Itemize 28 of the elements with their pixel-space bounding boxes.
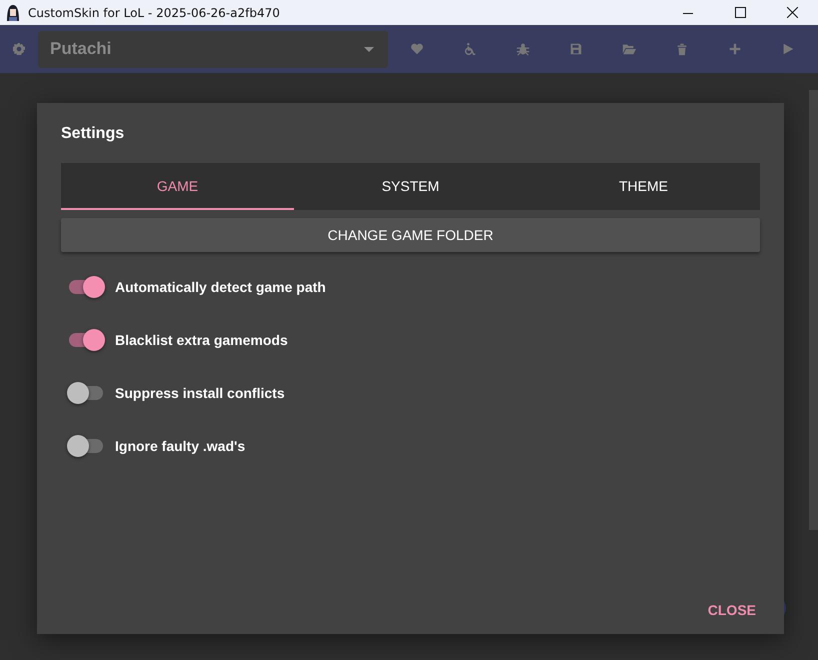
window-title: CustomSkin for LoL - 2025-06-26-a2fb470	[28, 6, 281, 20]
toggle-switch[interactable]	[67, 382, 105, 404]
close-icon[interactable]	[786, 7, 798, 18]
avatar-icon	[4, 4, 22, 22]
heart-icon[interactable]	[410, 42, 424, 56]
maximize-icon[interactable]	[734, 7, 746, 18]
change-folder-button[interactable]: CHANGE GAME FOLDER	[61, 218, 760, 252]
toggle-switch[interactable]	[67, 329, 105, 351]
tab[interactable]: SYSTEM	[294, 163, 527, 210]
toggle-switch[interactable]	[67, 276, 105, 298]
close-button[interactable]: CLOSE	[700, 596, 764, 624]
play-icon[interactable]	[780, 42, 794, 56]
toggle-label: Automatically detect game path	[115, 279, 326, 295]
save-icon[interactable]	[568, 42, 582, 56]
tab[interactable]: GAME	[61, 163, 294, 210]
toggle-switch[interactable]	[67, 435, 105, 457]
wheelchair-icon[interactable]	[462, 42, 476, 56]
plus-icon[interactable]	[728, 42, 742, 56]
toggle-label: Blacklist extra gamemods	[115, 332, 288, 348]
caret-icon	[364, 46, 374, 52]
trash-icon[interactable]	[674, 42, 688, 56]
dialog-title: Settings	[61, 125, 124, 143]
toggle-label: Ignore faulty .wad's	[115, 438, 246, 454]
tab[interactable]: THEME	[527, 163, 760, 210]
toggle-label: Suppress install conflicts	[115, 385, 285, 401]
settings-icon[interactable]	[13, 43, 25, 55]
bug-icon[interactable]	[516, 42, 530, 56]
folder-icon[interactable]	[622, 42, 636, 56]
